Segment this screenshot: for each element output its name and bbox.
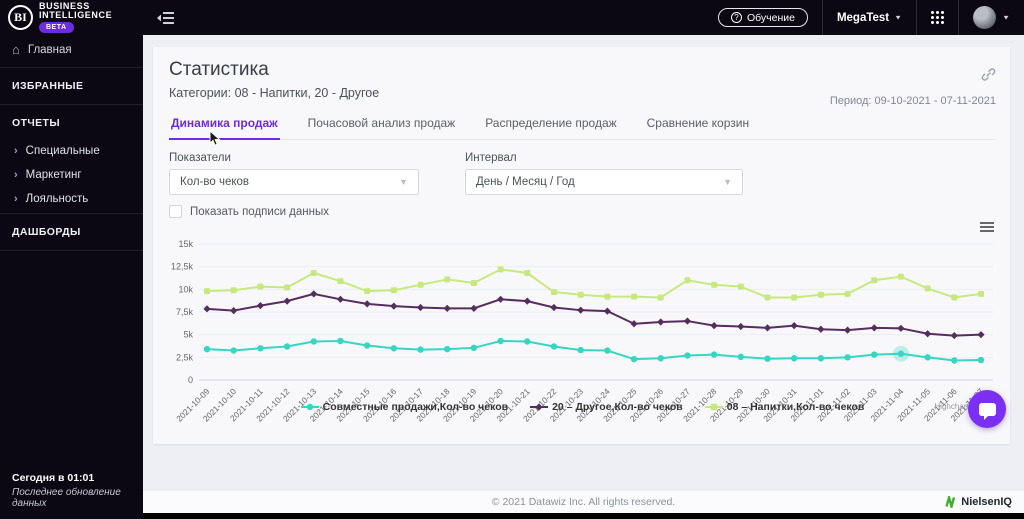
statistics-card: Статистика Категории: 08 - Напитки, 20 -… [153,47,1010,444]
footer: © 2021 Datawiz Inc. All rights reserved.… [143,490,1024,513]
last-update-caption: Последнее обновление данных [12,487,121,509]
svg-text:2,5k: 2,5k [176,352,194,362]
last-update-info: Сегодня в 01:01 Последнее обновление дан… [12,472,137,509]
legend-marker-icon [300,403,319,411]
workspace-name: MegaTest [836,11,890,24]
sidebar-section-favorites[interactable]: ИЗБРАННЫЕ [0,70,143,102]
chevron-down-icon: ▼ [894,13,903,22]
brand-logo[interactable]: BI BUSINESS INTELLIGENCE BETA [0,0,143,35]
chevron-down-icon: ▼ [399,177,408,187]
training-label: Обучение [746,11,795,24]
chevron-down-icon[interactable]: ▼ [1002,14,1010,21]
interval-select[interactable]: День / Месяц / Год ▼ [465,169,743,195]
topbar: ? Обучение MegaTest ▼ ▼ [143,0,1024,35]
legend-item[interactable]: Совместные продажи,Кол-во чеков [300,401,509,413]
bi-logo-icon: BI [8,5,33,30]
question-icon: ? [730,12,742,23]
show-data-labels-label: Показать подписи данных [190,205,330,218]
content: Статистика Категории: 08 - Напитки, 20 -… [143,35,1024,490]
legend-item[interactable]: 20 – Другое,Кол-во чеков [530,401,683,413]
divider [0,250,143,251]
sidebar-item-label: Маркетинг [25,169,82,181]
chart-plot: 02,5k5k7,5k10k12,5k15k2021-10-092021-10-… [171,239,993,424]
training-button[interactable]: ? Обучение [717,8,808,27]
sidebar-item-loyalty[interactable]: › Лояльность [0,187,143,211]
user-avatar[interactable] [973,6,997,29]
brand-name: BUSINESS INTELLIGENCE BETA [39,2,112,33]
share-link-icon[interactable] [981,67,996,87]
tab-sales-dynamics[interactable]: Динамика продаж [169,110,280,140]
nielseniq-mark-icon [945,496,956,508]
chat-bubble-icon [978,402,996,420]
show-data-labels-checkbox[interactable] [169,205,182,218]
svg-text:7,5k: 7,5k [176,307,194,317]
sidebar-item-home[interactable]: ⌂ Главная [0,35,143,65]
sidebar-collapse-icon[interactable] [157,11,175,25]
legend-marker-icon [530,403,549,411]
interval-value: День / Месяц / Год [476,176,575,188]
svg-text:10k: 10k [178,284,193,294]
home-icon: ⌂ [12,42,20,57]
svg-text:12,5k: 12,5k [171,262,194,272]
legend-label: Совместные продажи,Кол-во чеков [322,401,509,413]
chevron-down-icon: ▼ [723,177,732,187]
legend-marker-icon [704,403,723,411]
chart-legend: Совместные продажи,Кол-во чеков 20 – Друг… [169,401,996,413]
sidebar-home-label: Главная [27,44,72,56]
brand-line2: INTELLIGENCE [39,10,113,20]
indicators-value: Кол-во чеков [180,176,250,188]
indicators-select[interactable]: Кол-во чеков ▼ [169,169,419,195]
sidebar-section-dashboards[interactable]: ДАШБОРДЫ [0,216,143,248]
apps-grid-icon[interactable] [931,11,945,24]
tab-sales-distribution[interactable]: Распределение продаж [483,110,618,139]
interval-label: Интервал [465,152,517,164]
bottom-strip [143,513,1024,519]
chevron-right-icon: › [14,145,18,157]
sidebar-item-marketing[interactable]: › Маркетинг [0,163,143,187]
chart-menu-icon[interactable] [980,220,994,234]
last-update-time: Сегодня в 01:01 [12,472,95,484]
sidebar-item-label: Лояльность [25,193,89,205]
sidebar-item-label: Специальные [25,145,100,157]
legend-label: 20 – Другое,Кол-во чеков [552,401,683,413]
tab-basket-comparison[interactable]: Сравнение корзин [645,110,751,139]
nielseniq-wordmark: NielsenIQ [961,496,1012,508]
divider [0,104,143,105]
workspace-selector[interactable]: MegaTest ▼ [837,12,902,24]
svg-text:0: 0 [188,375,193,385]
page-title: Статистика [169,59,269,80]
main-area: ? Обучение MegaTest ▼ ▼ Статистика Катег… [143,0,1024,519]
filters: Показатели Кол-во чеков ▼ Интервал День … [169,152,996,195]
sidebar: BI BUSINESS INTELLIGENCE BETA ⌂ Главная … [0,0,143,519]
beta-badge: BETA [39,22,74,33]
nielseniq-logo: NielsenIQ [945,496,1012,508]
divider [0,67,143,68]
app-window: BI BUSINESS INTELLIGENCE BETA ⌂ Главная … [0,0,1024,519]
svg-text:15k: 15k [178,239,193,249]
copyright-text: © 2021 Datawiz Inc. All rights reserved. [491,496,676,508]
tab-hourly-analysis[interactable]: Почасовой анализ продаж [306,110,458,139]
legend-label: 08 – Напитки,Кол-во чеков [726,401,865,413]
indicators-label: Показатели [169,152,231,164]
svg-text:5k: 5k [183,330,193,340]
chevron-right-icon: › [14,193,18,205]
period-label: Период: 09-10-2021 - 07-11-2021 [829,95,996,107]
legend-item[interactable]: 08 – Напитки,Кол-во чеков [704,401,865,413]
divider [0,213,143,214]
sales-dynamics-chart: 0 2,5k 5k 7,5k 10k 12,5k 15k 2021-10-09 2021-10-… [169,222,996,424]
chevron-right-icon: › [14,169,18,181]
chat-support-button[interactable] [968,390,1006,428]
sidebar-section-reports[interactable]: ОТЧЕТЫ [0,107,143,139]
sidebar-item-special[interactable]: › Специальные [0,139,143,163]
tab-bar: Динамика продаж Почасовой анализ продаж … [169,110,996,146]
